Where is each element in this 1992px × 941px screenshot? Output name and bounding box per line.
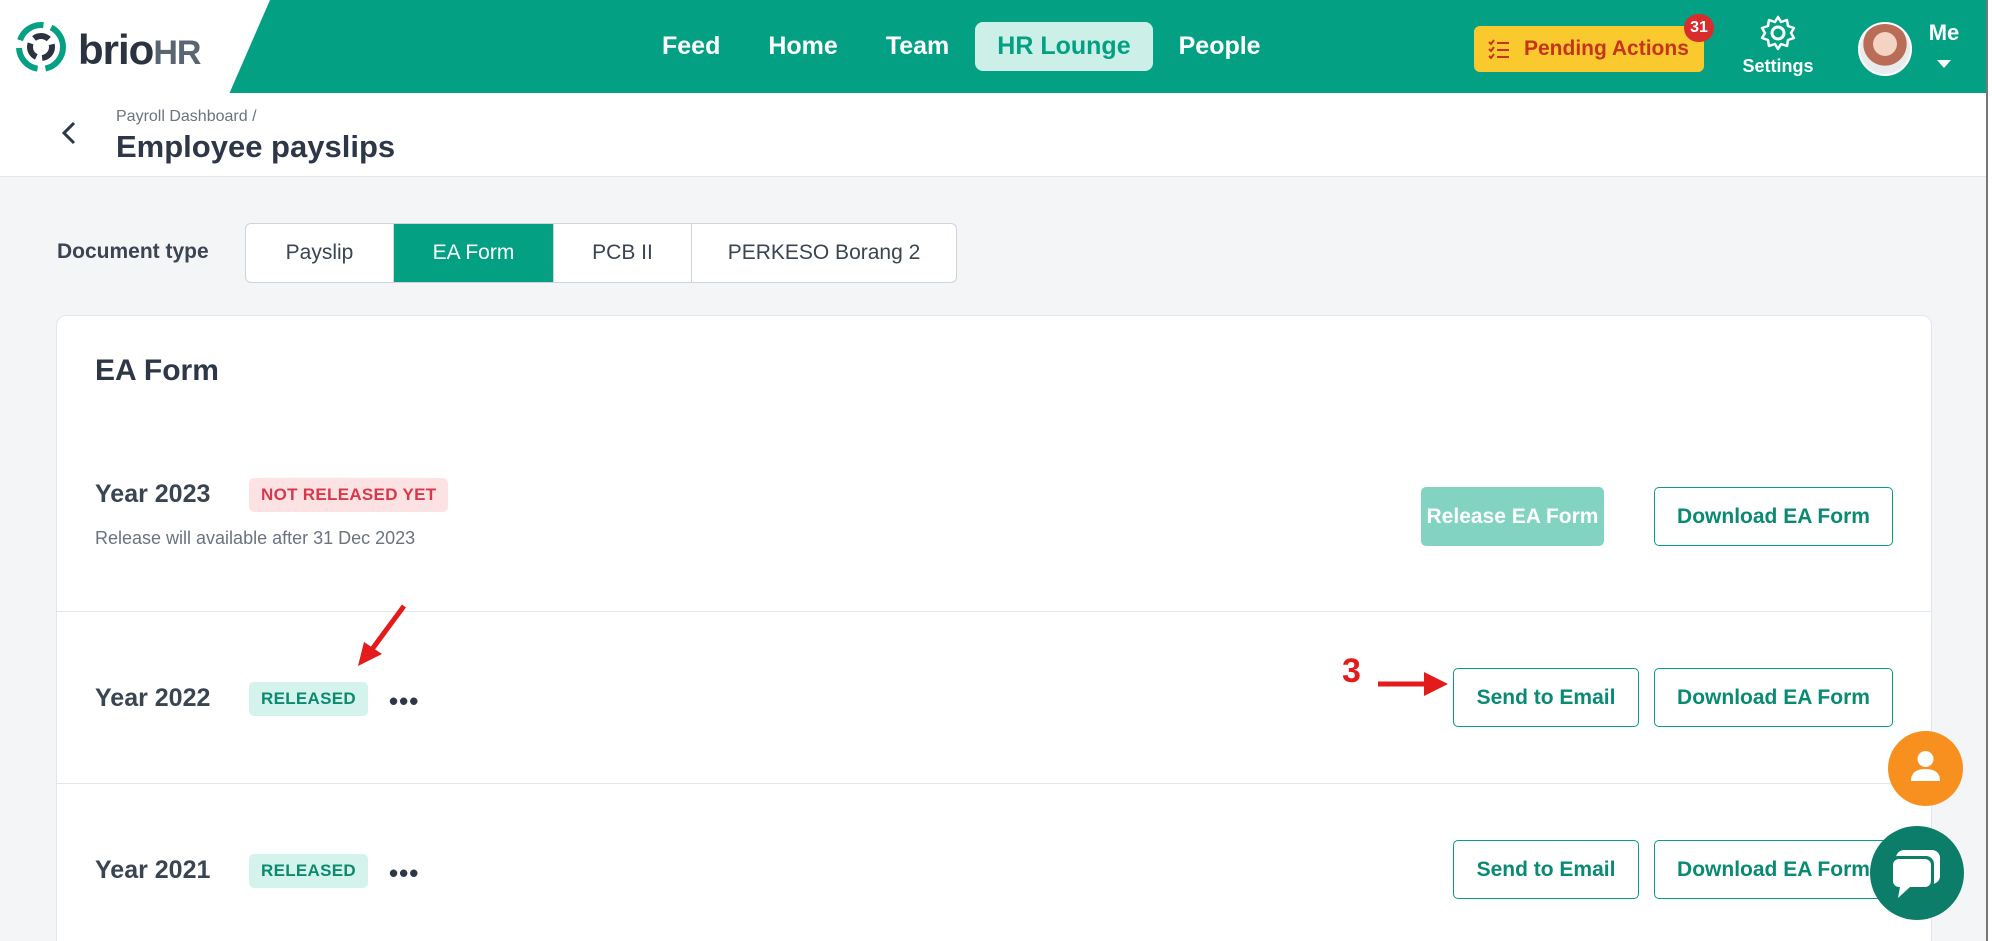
pending-count-badge: 31 [1684, 14, 1714, 42]
tab-pcb-ii[interactable]: PCB II [554, 224, 692, 282]
chat-button[interactable] [1870, 826, 1964, 920]
arrow-icon [1378, 672, 1448, 696]
more-dots-icon[interactable]: ••• [389, 688, 419, 714]
tab-ea-form[interactable]: EA Form [394, 224, 554, 282]
nav-item-feed[interactable]: Feed [640, 22, 742, 71]
user-menu[interactable]: Me [1926, 20, 1962, 68]
logo-area[interactable]: brioHR [0, 0, 270, 93]
status-badge: NOT RELEASED YET [249, 478, 449, 512]
scrollbar[interactable] [1986, 0, 1992, 941]
chevron-down-icon [1937, 60, 1951, 68]
year-label: Year 2023 [95, 480, 211, 508]
list-item-year-2021: Year 2021 RELEASED ••• Send to Email Dow… [57, 784, 1931, 941]
document-type-label: Document type [57, 240, 209, 263]
tab-payslip[interactable]: Payslip [246, 224, 394, 282]
list-item-year-2023: Year 2023 NOT RELEASED YET Release will … [57, 432, 1931, 612]
more-dots-icon[interactable]: ••• [389, 860, 419, 886]
person-icon [1911, 751, 1940, 781]
year-label: Year 2022 [95, 684, 211, 712]
status-badge: RELEASED [249, 682, 368, 716]
settings-button[interactable]: Settings [1736, 14, 1820, 77]
top-navigation-bar: brioHR Feed Home Team HR Lounge People P… [0, 0, 1992, 93]
avatar[interactable] [1858, 22, 1912, 76]
nav-item-people[interactable]: People [1157, 22, 1283, 71]
support-person-button[interactable] [1888, 731, 1963, 806]
list-item-year-2022: Year 2022 RELEASED ••• Send to Email Dow… [57, 612, 1931, 784]
brand-name: brioHR [78, 26, 201, 74]
release-note: Release will available after 31 Dec 2023 [95, 528, 416, 548]
annotation-step-number: 3 [1342, 652, 1361, 690]
page-title: Employee payslips [116, 129, 396, 164]
nav-item-hr-lounge[interactable]: HR Lounge [975, 22, 1153, 71]
send-to-email-button[interactable]: Send to Email [1453, 668, 1639, 727]
download-ea-form-button[interactable]: Download EA Form [1654, 840, 1893, 899]
brio-logo-icon [16, 22, 66, 72]
download-ea-form-button[interactable]: Download EA Form [1654, 668, 1893, 727]
document-type-selector: Payslip EA Form PCB II PERKESO Borang 2 [245, 223, 957, 283]
tab-perkeso-borang-2[interactable]: PERKESO Borang 2 [692, 224, 956, 282]
user-menu-label: Me [1928, 20, 1960, 45]
brand-name-hr: HR [153, 34, 201, 72]
send-to-email-button[interactable]: Send to Email [1453, 840, 1639, 899]
chat-icon [1890, 850, 1940, 898]
gear-icon [1760, 15, 1796, 51]
arrow-icon [358, 604, 406, 666]
brand-name-main: brio [78, 26, 154, 73]
pending-actions-button[interactable]: Pending Actions 31 [1474, 14, 1714, 72]
pending-actions-label: Pending Actions [1524, 37, 1689, 60]
release-ea-form-button[interactable]: Release EA Form [1421, 487, 1604, 546]
page-header: Payroll Dashboard / Employee payslips [0, 93, 1986, 177]
download-ea-form-button[interactable]: Download EA Form [1654, 487, 1893, 546]
chevron-left-icon[interactable] [56, 117, 82, 149]
nav-item-home[interactable]: Home [746, 22, 859, 71]
nav-item-team[interactable]: Team [864, 22, 971, 71]
status-badge: RELEASED [249, 854, 368, 888]
settings-label: Settings [1742, 56, 1814, 76]
main-nav: Feed Home Team HR Lounge People [640, 0, 1283, 93]
ea-form-card: EA Form Year 2023 NOT RELEASED YET Relea… [56, 315, 1932, 941]
checklist-icon [1488, 39, 1509, 59]
card-title: EA Form [95, 354, 219, 387]
breadcrumb[interactable]: Payroll Dashboard / [116, 108, 257, 126]
year-label: Year 2021 [95, 856, 211, 884]
